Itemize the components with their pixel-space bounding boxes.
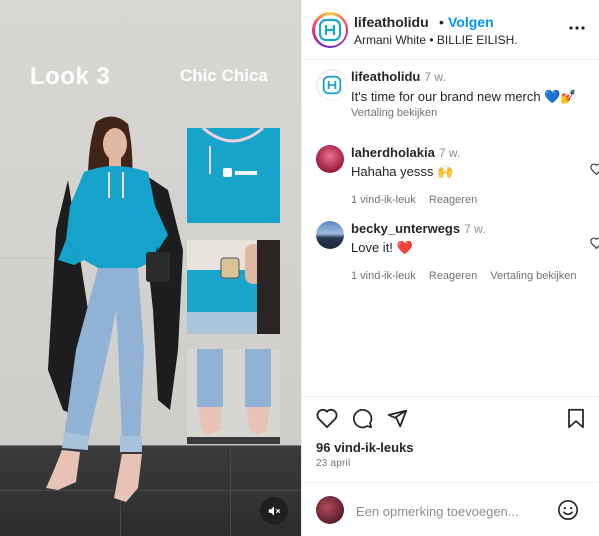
comment-translate-link[interactable]: Vertaling bekijken bbox=[490, 270, 576, 282]
audio-artist[interactable]: Armani White bbox=[354, 33, 426, 47]
post-caption: lifeatholidu 7 w. It's time for our brand… bbox=[316, 69, 596, 121]
caption-avatar[interactable] bbox=[316, 69, 348, 101]
comment-button[interactable] bbox=[352, 408, 373, 432]
commenter-avatar[interactable] bbox=[316, 221, 344, 249]
post-date[interactable]: 23 april bbox=[316, 458, 350, 469]
comment-like-button[interactable] bbox=[590, 237, 599, 252]
caption-username[interactable]: lifeatholidu bbox=[351, 69, 420, 84]
comment-time[interactable]: 7 w. bbox=[464, 222, 485, 236]
heart-icon bbox=[316, 408, 338, 429]
emoji-icon bbox=[558, 500, 578, 520]
more-horizontal-icon bbox=[569, 26, 585, 30]
comment-likes-count[interactable]: 1 vind-ik-leuk bbox=[351, 270, 416, 282]
add-comment-input[interactable]: Een opmerking toevoegen... bbox=[356, 504, 519, 519]
comment-text: Hahaha yesss 🙌 bbox=[351, 164, 454, 179]
follow-button[interactable]: Volgen bbox=[448, 14, 494, 30]
like-button[interactable] bbox=[316, 408, 338, 431]
merch-thumbnail-pin bbox=[187, 240, 280, 334]
floor-tile-line bbox=[230, 446, 231, 536]
likes-count[interactable]: 96 vind-ik-leuks bbox=[316, 440, 414, 455]
comment-reply-button[interactable]: Reageren bbox=[429, 270, 477, 282]
caption-text: It's time for our brand new merch 💙💅 bbox=[351, 89, 577, 104]
actions-divider bbox=[302, 396, 599, 397]
heart-icon bbox=[590, 237, 599, 250]
look-title: Look 3 bbox=[30, 63, 111, 90]
share-button[interactable] bbox=[387, 408, 408, 432]
audio-attribution[interactable]: Armani White • BILLIE EILISH. bbox=[354, 33, 518, 47]
comment-item: becky_unterwegs 7 w. Love it! ❤️ 1 vind-i… bbox=[316, 221, 599, 282]
comment-like-button[interactable] bbox=[590, 163, 599, 178]
heart-icon bbox=[590, 163, 599, 176]
media-divider bbox=[301, 0, 302, 536]
merch-thumbnail-hoodie bbox=[187, 128, 280, 223]
share-icon bbox=[387, 409, 408, 428]
bookmark-button[interactable] bbox=[567, 408, 585, 432]
caption-translate-link[interactable]: Vertaling bekijken bbox=[351, 107, 596, 119]
commenter-avatar[interactable] bbox=[316, 145, 344, 173]
comment-icon bbox=[353, 409, 373, 429]
person-photo bbox=[46, 116, 183, 502]
holidu-logo-icon bbox=[322, 75, 342, 95]
author-avatar[interactable] bbox=[312, 12, 348, 48]
audio-separator: • bbox=[429, 33, 434, 47]
comment-text: Love it! ❤️ bbox=[351, 240, 413, 255]
comment-time[interactable]: 7 w. bbox=[439, 146, 460, 160]
more-options-button[interactable] bbox=[569, 18, 585, 33]
holidu-logo-icon bbox=[318, 18, 342, 42]
current-user-avatar bbox=[316, 496, 344, 524]
mute-button[interactable] bbox=[260, 497, 288, 525]
separator-dot: • bbox=[439, 14, 444, 30]
caption-time[interactable]: 7 w. bbox=[424, 70, 445, 84]
bookmark-icon bbox=[568, 408, 584, 429]
emoji-button[interactable] bbox=[557, 499, 579, 524]
comment-item: laherdholakia 7 w. Hahaha yesss 🙌 1 vind-… bbox=[316, 145, 599, 206]
comment-divider bbox=[302, 482, 599, 483]
merch-thumbnail-shoes bbox=[187, 349, 280, 444]
post-media[interactable]: Look 3 Chic Chica bbox=[0, 0, 301, 536]
comment-reply-button[interactable]: Reageren bbox=[429, 194, 477, 206]
comment-username[interactable]: laherdholakia bbox=[351, 145, 435, 160]
comment-likes-count[interactable]: 1 vind-ik-leuk bbox=[351, 194, 416, 206]
look-subtitle: Chic Chica bbox=[180, 66, 268, 85]
comment-username[interactable]: becky_unterwegs bbox=[351, 221, 460, 236]
post-header: lifeatholidu • Volgen Armani White • BIL… bbox=[302, 0, 599, 60]
speaker-muted-icon bbox=[268, 506, 281, 516]
author-username[interactable]: lifeatholidu bbox=[354, 14, 429, 30]
audio-track[interactable]: BILLIE EILISH. bbox=[437, 33, 518, 47]
